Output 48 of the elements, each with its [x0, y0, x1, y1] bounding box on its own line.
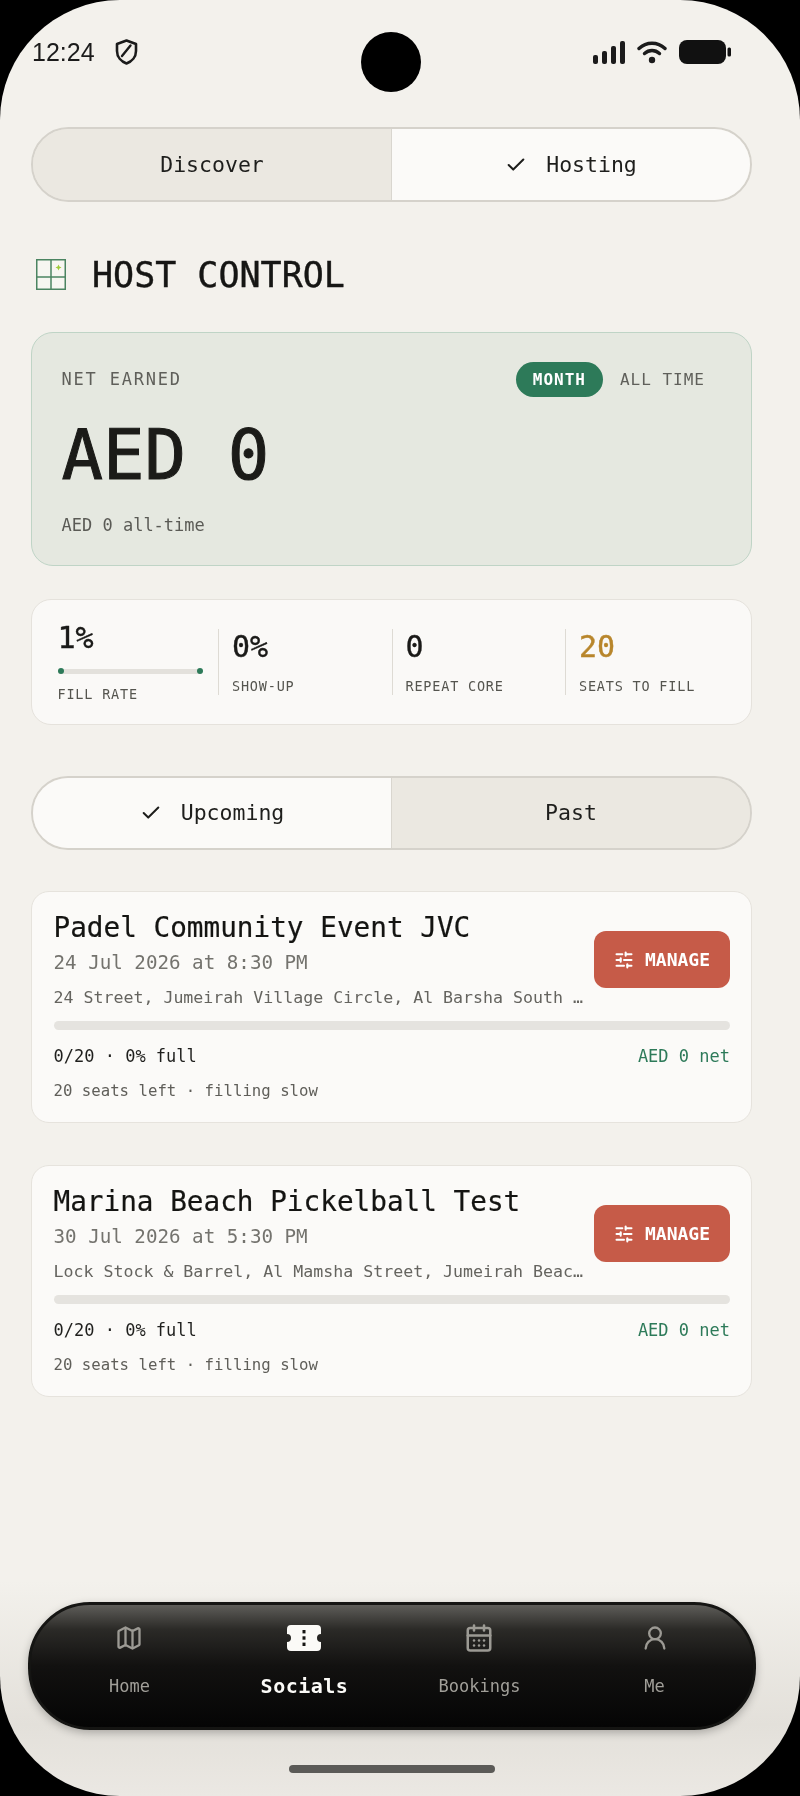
ticket-icon	[287, 1625, 322, 1651]
event-datetime: 24 Jul 2026 at 8:30 PM	[53, 949, 309, 976]
occupancy-text: 0/20 · 0% full	[53, 1318, 197, 1342]
stat-label: FILL RATE	[57, 685, 138, 703]
nav-item[interactable]: Socials	[260, 1623, 349, 1698]
list-tab[interactable]: Upcoming	[33, 777, 391, 848]
grid-icon	[36, 259, 66, 290]
nav-item[interactable]: Me	[640, 1623, 669, 1698]
signal-icon	[593, 40, 625, 64]
section-title: HOST CONTROL	[92, 254, 345, 295]
map-icon	[115, 1624, 144, 1652]
net-earnings: AED 0 net	[637, 1044, 730, 1068]
nav-item[interactable]: Home	[109, 1623, 150, 1698]
nav-item[interactable]: Bookings	[438, 1623, 521, 1698]
status-note: 20 seats left · filling slow	[53, 1079, 319, 1102]
end-dot-icon	[196, 668, 203, 674]
battery-icon	[679, 40, 731, 64]
status-time: 12:24	[32, 37, 95, 67]
manage-button[interactable]: MANAGE	[594, 1205, 730, 1262]
sliders-icon	[614, 1223, 634, 1244]
stat-value: 0%	[232, 628, 269, 665]
manage-button[interactable]: MANAGE	[594, 931, 730, 988]
stat-label: REPEAT CORE	[405, 676, 504, 695]
event-title: Marina Beach Pickelball Test	[53, 1184, 522, 1219]
list-tab[interactable]: Past	[391, 777, 750, 848]
earnings-subtitle: AED 0 all-time	[61, 513, 206, 536]
shield-icon	[114, 39, 138, 65]
event-datetime: 30 Jul 2026 at 5:30 PM	[53, 1223, 309, 1250]
occupancy-text: 0/20 · 0% full	[53, 1044, 197, 1068]
net-earnings: AED 0 net	[637, 1318, 730, 1342]
stat-value: 20	[579, 628, 616, 665]
sliders-icon	[614, 949, 634, 970]
period-toggle[interactable]: MONTH	[515, 361, 603, 397]
stat-value: 0	[405, 628, 424, 665]
event-address: Lock Stock & Barrel, Al Mamsha Street, Jumeirah Beac…	[53, 1260, 584, 1283]
stat-value: 1%	[57, 620, 94, 656]
event-title: Padel Community Event JVC	[53, 910, 472, 945]
camera-cutout	[361, 32, 421, 92]
event-address: 24 Street, Jumeirah Village Circle, Al Barsha South …	[53, 986, 584, 1009]
earnings-amount: AED 0	[61, 414, 271, 495]
calendar-icon	[464, 1623, 495, 1653]
status-note: 20 seats left · filling slow	[53, 1353, 319, 1376]
period-toggle[interactable]: ALL TIME	[602, 361, 722, 397]
mode-tab[interactable]: Hosting	[391, 129, 750, 200]
wifi-icon	[637, 40, 667, 64]
stat-label: SHOW-UP	[232, 676, 295, 695]
earnings-label: NET EARNED	[61, 369, 182, 389]
stat-label: SEATS TO FILL	[579, 676, 696, 695]
